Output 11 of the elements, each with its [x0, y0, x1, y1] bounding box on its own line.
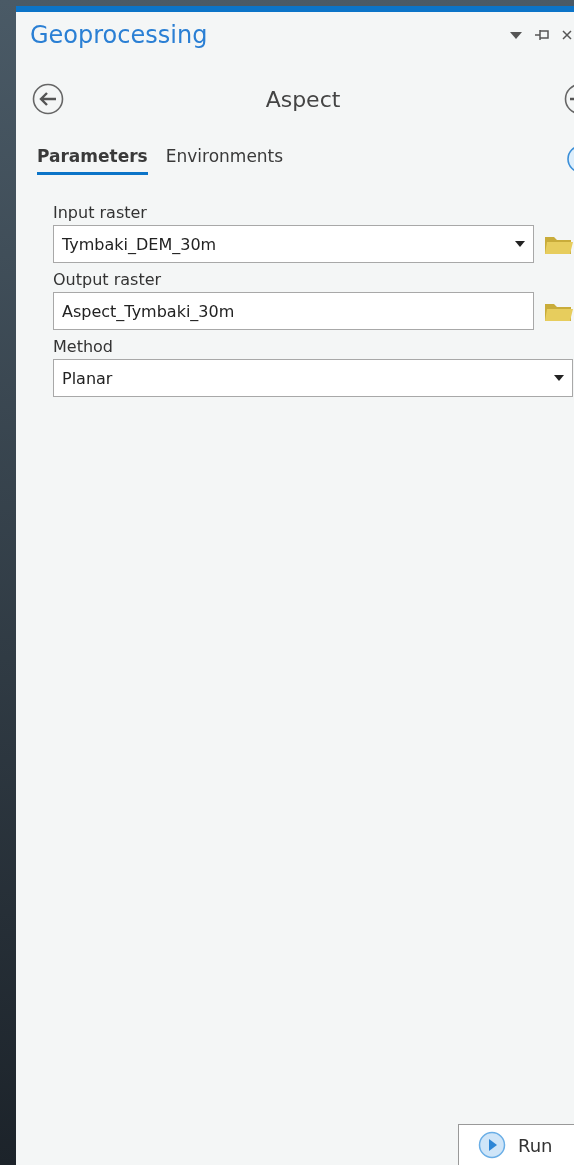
- input-field[interactable]: Aspect_Tymbaki_30m: [53, 292, 534, 330]
- pane-title: Geoprocessing: [30, 21, 209, 49]
- dropdown-field[interactable]: Tymbaki_DEM_30m: [53, 225, 534, 263]
- field-label: Output raster: [53, 270, 163, 289]
- field-label: Method: [53, 337, 114, 356]
- field-label: Input raster: [53, 203, 148, 222]
- run-button[interactable]: Run: [458, 1124, 574, 1165]
- tab[interactable]: Parameters: [37, 142, 148, 175]
- tool-title: Aspect: [264, 86, 342, 112]
- dropdown-field[interactable]: Planar: [53, 359, 573, 397]
- tab[interactable]: Environments: [165, 142, 284, 175]
